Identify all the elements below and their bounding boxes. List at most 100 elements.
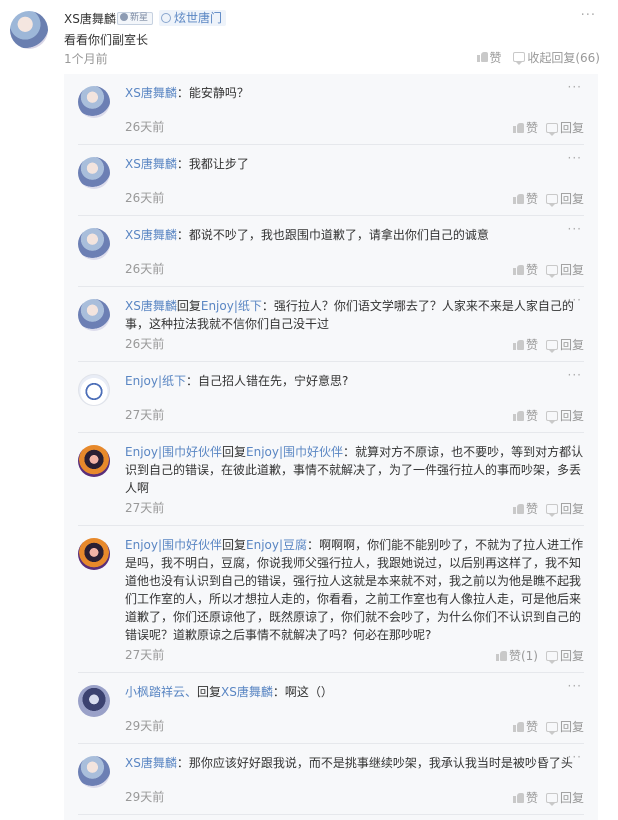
reply-text: 啊啊啊，你们能不能别吵了，不就为了拉人进工作是吗，我不明白，豆腐，你说我师父强行… bbox=[125, 538, 584, 642]
reply-actions: 赞回复 bbox=[505, 789, 584, 806]
reply-meta: 26天前 赞回复 bbox=[78, 258, 584, 286]
reply-item: ··· XS唐舞麟：都说不吵了，我也跟围巾道歉了，请拿出你们自己的诚意 26天前赞回… bbox=[78, 216, 584, 287]
main-username[interactable]: XS唐舞麟 bbox=[64, 10, 116, 27]
thumb-up-icon bbox=[512, 193, 524, 204]
more-options-icon[interactable]: ··· bbox=[568, 439, 582, 453]
reply-avatar[interactable] bbox=[78, 756, 110, 788]
reply-button[interactable]: 回复 bbox=[545, 263, 584, 278]
more-options-icon[interactable]: ··· bbox=[568, 80, 582, 94]
reply-separator: ： bbox=[343, 445, 356, 459]
more-options-icon[interactable]: ··· bbox=[568, 293, 582, 307]
reply-button[interactable]: 回复 bbox=[545, 192, 584, 207]
reply-item: ···Enjoy|豆腐回复XS唐舞麟：谁没当过萌新？谁不是萌新出身？ bbox=[78, 815, 584, 820]
like-button[interactable]: 赞(1) bbox=[495, 649, 538, 663]
reply-username[interactable]: XS唐舞麟 bbox=[125, 756, 177, 770]
reply-meta: 27天前 赞回复 bbox=[78, 404, 584, 432]
comment-time: 1个月前 bbox=[64, 52, 108, 66]
reply-username[interactable]: XS唐舞麟 bbox=[125, 228, 177, 242]
main-comment: XS唐舞麟 新星 炫世唐门 ··· 看看你们副室长 1个月前 赞 收起回复(66… bbox=[0, 0, 618, 80]
reply-avatar[interactable] bbox=[78, 374, 110, 406]
reply-item: ··· Enjoy|纸下：自己招人错在先，宁好意思? 27天前赞回复 bbox=[78, 362, 584, 433]
reply-time: 27天前 bbox=[125, 501, 165, 515]
like-button[interactable]: 赞 bbox=[476, 49, 502, 66]
reply-button[interactable]: 回复 bbox=[545, 121, 584, 136]
reply-avatar[interactable] bbox=[78, 228, 110, 260]
reply-icon bbox=[513, 52, 526, 65]
reply-time: 26天前 bbox=[125, 191, 165, 205]
reply-text: 啊这（） bbox=[284, 685, 333, 699]
reply-time: 29天前 bbox=[125, 790, 165, 804]
reply-item: ··· XS唐舞麟：能安静吗？ 26天前赞回复 bbox=[78, 74, 584, 145]
reply-separator: ： bbox=[186, 374, 199, 388]
reply-content: Enjoy|纸下：自己招人错在先，宁好意思? bbox=[78, 362, 584, 404]
reply-item: ··· XS唐舞麟：我都让步了 26天前赞回复 bbox=[78, 145, 584, 216]
reply-username[interactable]: XS唐舞麟 bbox=[125, 86, 177, 100]
like-button[interactable]: 赞 bbox=[512, 263, 538, 277]
reply-avatar[interactable] bbox=[78, 685, 110, 717]
like-button[interactable]: 赞 bbox=[512, 409, 538, 423]
reply-button[interactable]: 回复 bbox=[545, 649, 584, 664]
thumb-up-icon bbox=[512, 264, 524, 275]
user-avatar[interactable] bbox=[10, 11, 48, 49]
reply-username[interactable]: Enjoy|围巾好伙伴 bbox=[125, 445, 222, 459]
reply-username[interactable]: XS唐舞麟 bbox=[125, 299, 177, 313]
reply-icon bbox=[545, 123, 558, 136]
reply-target-username[interactable]: Enjoy|纸下 bbox=[201, 299, 262, 313]
reply-icon bbox=[545, 793, 558, 806]
reply-time: 26天前 bbox=[125, 262, 165, 276]
reply-target-username[interactable]: Enjoy|豆腐 bbox=[246, 538, 307, 552]
reply-icon bbox=[545, 265, 558, 278]
reply-icon bbox=[545, 411, 558, 424]
reply-text: 那你应该好好跟我说，而不是挑事继续吵架，我承认我当时是被吵昏了头 bbox=[188, 756, 573, 770]
reply-avatar[interactable] bbox=[78, 299, 110, 331]
reply-target-username[interactable]: Enjoy|围巾好伙伴 bbox=[246, 445, 343, 459]
reply-username[interactable]: Enjoy|纸下 bbox=[125, 374, 186, 388]
like-button[interactable]: 赞 bbox=[512, 192, 538, 206]
reply-text: 能安静吗？ bbox=[188, 86, 249, 100]
more-options-icon[interactable]: ··· bbox=[568, 151, 582, 165]
reply-username[interactable]: XS唐舞麟 bbox=[125, 157, 177, 171]
more-options-icon[interactable]: ··· bbox=[568, 532, 582, 546]
more-options-icon[interactable]: ··· bbox=[568, 368, 582, 382]
reply-actions: 赞回复 bbox=[505, 261, 584, 278]
more-options-icon[interactable]: ··· bbox=[581, 8, 596, 23]
reply-avatar[interactable] bbox=[78, 157, 110, 189]
like-button[interactable]: 赞 bbox=[512, 502, 538, 516]
reply-username[interactable]: Enjoy|围巾好伙伴 bbox=[125, 538, 222, 552]
guild-tag[interactable]: 炫世唐门 bbox=[159, 10, 227, 26]
like-button[interactable]: 赞 bbox=[512, 791, 538, 805]
reply-content: 小枫踏祥云、回复XS唐舞麟：啊这（） bbox=[78, 673, 584, 715]
reply-button[interactable]: 回复 bbox=[545, 409, 584, 424]
reply-button[interactable]: 回复 bbox=[545, 502, 584, 517]
reply-separator: ： bbox=[176, 157, 189, 171]
reply-button[interactable]: 回复 bbox=[545, 338, 584, 353]
reply-actions: 赞回复 bbox=[505, 407, 584, 424]
thumb-up-icon bbox=[495, 650, 507, 661]
reply-separator: ： bbox=[272, 685, 285, 699]
reply-actions: 赞(1) 回复 bbox=[488, 647, 584, 664]
reply-content: Enjoy|围巾好伙伴回复Enjoy|豆腐：啊啊啊，你们能不能别吵了，不就为了拉… bbox=[78, 526, 584, 644]
reply-separator: ： bbox=[261, 299, 274, 313]
reply-avatar[interactable] bbox=[78, 86, 110, 118]
reply-target-username[interactable]: XS唐舞麟 bbox=[221, 685, 273, 699]
reply-meta: 29天前 赞回复 bbox=[78, 715, 584, 743]
like-button[interactable]: 赞 bbox=[512, 121, 538, 135]
reply-button[interactable]: 回复 bbox=[545, 720, 584, 735]
reply-content: XS唐舞麟：那你应该好好跟我说，而不是挑事继续吵架，我承认我当时是被吵昏了头 bbox=[78, 744, 584, 786]
reply-content: Enjoy|豆腐回复XS唐舞麟：谁没当过萌新？谁不是萌新出身？ bbox=[78, 815, 584, 820]
reply-button[interactable]: 回复 bbox=[545, 791, 584, 806]
like-button[interactable]: 赞 bbox=[512, 720, 538, 734]
collapse-replies-button[interactable]: 收起回复(66) bbox=[513, 49, 600, 66]
reply-text: 自己招人错在先，宁好意思? bbox=[198, 374, 349, 388]
like-button[interactable]: 赞 bbox=[512, 338, 538, 352]
more-options-icon[interactable]: ··· bbox=[568, 222, 582, 236]
more-options-icon[interactable]: ··· bbox=[568, 750, 582, 764]
reply-actions: 赞回复 bbox=[505, 190, 584, 207]
reply-username[interactable]: 小枫踏祥云、 bbox=[125, 685, 197, 699]
badge-icon bbox=[120, 13, 128, 21]
comment-actions: 赞 收起回复(66) bbox=[476, 49, 600, 66]
more-options-icon[interactable]: ··· bbox=[568, 679, 582, 693]
thumb-up-icon bbox=[512, 503, 524, 514]
reply-avatar[interactable] bbox=[78, 538, 110, 570]
reply-avatar[interactable] bbox=[78, 445, 110, 477]
